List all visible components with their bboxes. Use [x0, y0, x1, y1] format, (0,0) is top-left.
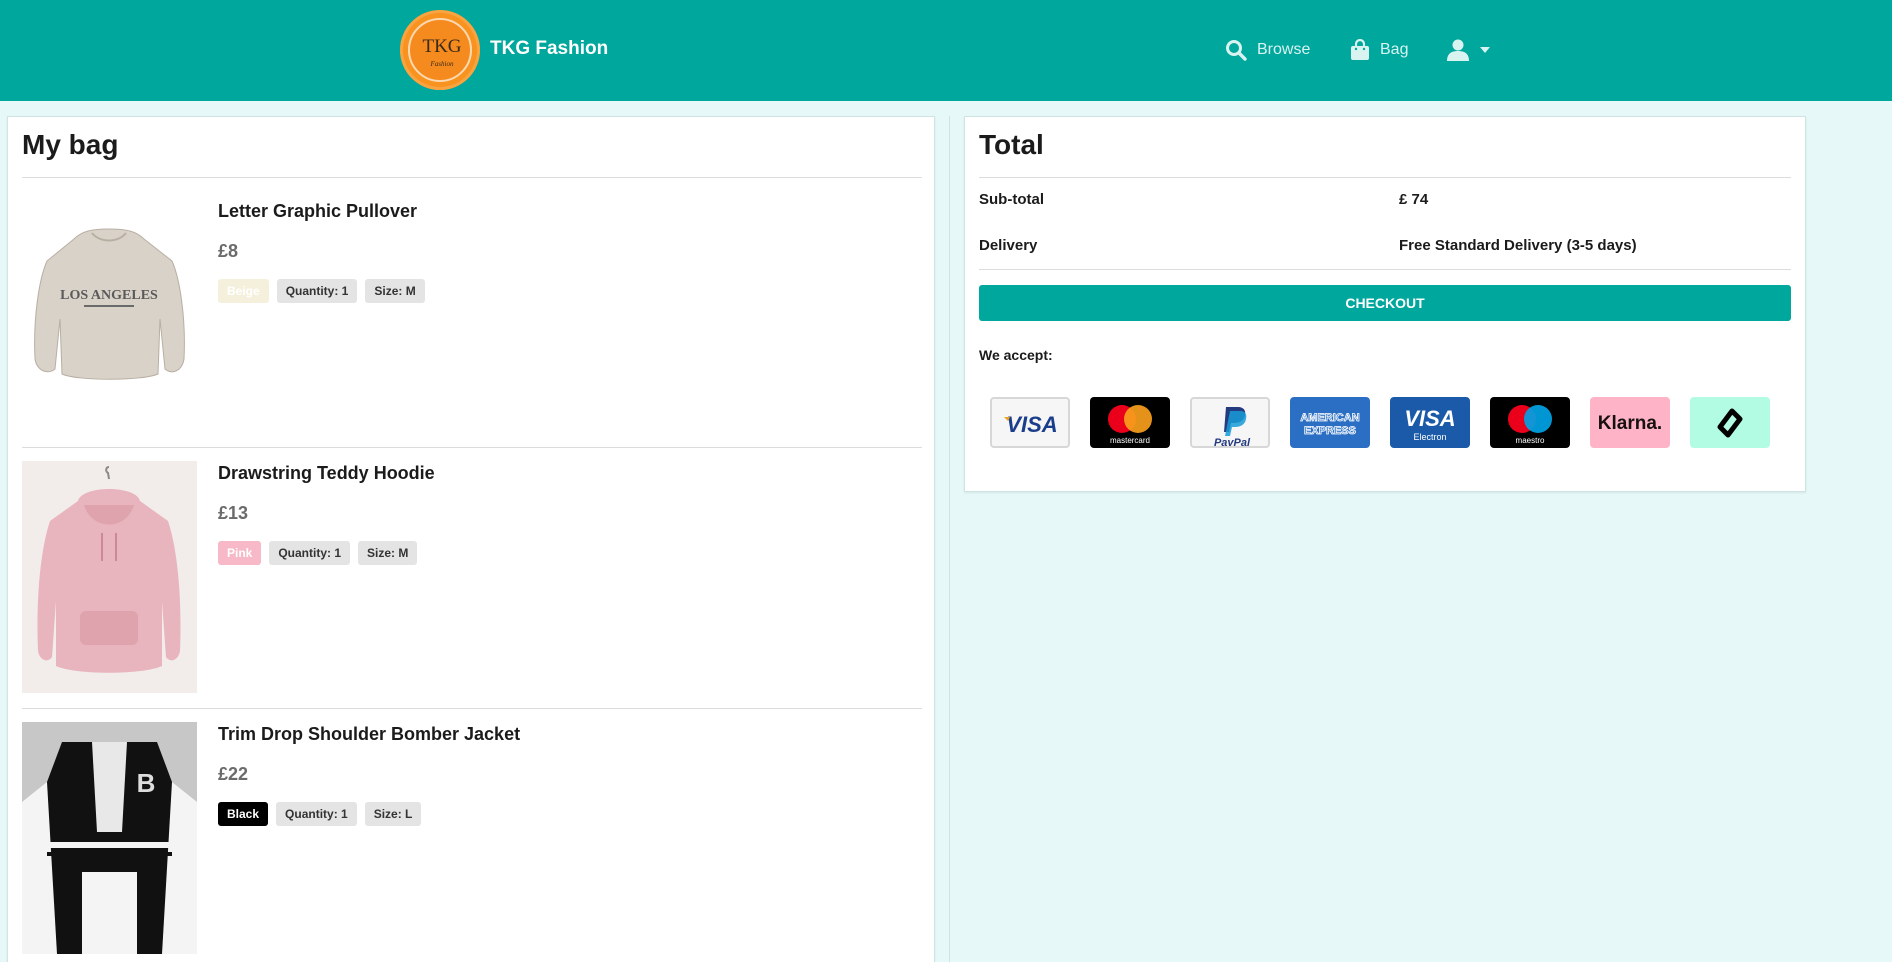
quantity-badge: Quantity: 1 — [276, 279, 358, 303]
item-name[interactable]: Letter Graphic Pullover — [218, 201, 417, 222]
item-price: £8 — [218, 241, 239, 261]
payment-methods: VISA mastercard PayPal AMERICAN EXPRESS V… — [990, 397, 1770, 448]
subtotal-value: £ 74 — [1399, 191, 1429, 208]
nav-browse-label: Browse — [1257, 41, 1311, 58]
nav-browse-link[interactable]: Browse — [1225, 36, 1310, 64]
logo-text: TKG — [422, 36, 462, 57]
search-icon — [1225, 39, 1247, 61]
mastercard-text: mastercard — [1110, 436, 1150, 445]
klarna-text: Klarna. — [1598, 413, 1662, 434]
delivery-label: Delivery — [979, 237, 1038, 254]
we-accept-label: We accept: — [979, 347, 1053, 363]
total-panel: Total Sub-total £ 74 Delivery Free Stand… — [964, 116, 1806, 492]
total-title: Total — [979, 129, 1044, 160]
visa-electron-text: VISA — [1404, 406, 1455, 431]
color-badge: Beige — [218, 279, 269, 303]
checkout-button[interactable]: CHECKOUT — [979, 285, 1791, 321]
mastercard-icon: mastercard — [1090, 397, 1170, 448]
navbar: TKG Fashion TKG Fashion Browse Bag — [0, 0, 1892, 101]
paypal-text: PayPal — [1214, 437, 1251, 448]
brand-name[interactable]: TKG Fashion — [490, 38, 608, 60]
logo-script: Fashion — [430, 60, 454, 68]
maestro-icon: maestro — [1490, 397, 1570, 448]
product-image-jacket[interactable]: B — [22, 722, 197, 954]
bag-item: Drawstring Teddy Hoodie £13 Pink Quantit… — [22, 447, 922, 697]
item-price: £22 — [218, 764, 249, 784]
user-menu-dropdown[interactable] — [1446, 36, 1490, 64]
divider — [22, 177, 922, 178]
visa-text: VISA — [1006, 412, 1057, 437]
divider — [979, 177, 1791, 178]
delivery-value: Free Standard Delivery (3-5 days) — [1399, 237, 1637, 254]
product-image-pullover[interactable]: LOS ANGELES — [22, 199, 197, 389]
user-icon — [1446, 38, 1470, 62]
column-divider — [949, 116, 950, 962]
bag-title: My bag — [22, 129, 119, 160]
afterpay-icon — [1690, 397, 1770, 448]
size-badge: Size: M — [365, 279, 425, 303]
amex-text-line2: EXPRESS — [1304, 425, 1356, 437]
svg-text:LOS ANGELES: LOS ANGELES — [60, 288, 158, 303]
nav-bag-link[interactable]: Bag — [1350, 36, 1408, 64]
color-badge: Black — [218, 802, 269, 826]
size-badge: Size: L — [364, 802, 422, 826]
quantity-badge: Quantity: 1 — [276, 802, 357, 826]
bag-item: LOS ANGELES Letter Graphic Pullover £8 B… — [22, 185, 922, 395]
visa-card-icon: VISA — [990, 397, 1070, 448]
paypal-icon: PayPal — [1190, 397, 1270, 448]
bag-item: B Trim Drop Shoulder Bomber Jacket £22 B… — [22, 708, 922, 962]
brand-logo[interactable]: TKG Fashion — [400, 10, 480, 90]
logo-badge: TKG Fashion — [408, 18, 472, 82]
item-name[interactable]: Drawstring Teddy Hoodie — [218, 463, 435, 484]
product-image-hoodie[interactable] — [22, 461, 197, 693]
divider — [979, 269, 1791, 270]
visa-electron-subtext: Electron — [1413, 432, 1446, 442]
visa-electron-icon: VISA Electron — [1390, 397, 1470, 448]
quantity-badge: Quantity: 1 — [269, 541, 351, 565]
subtotal-label: Sub-total — [979, 191, 1044, 208]
item-name[interactable]: Trim Drop Shoulder Bomber Jacket — [218, 724, 520, 745]
shopping-bag-icon — [1350, 39, 1370, 61]
chevron-down-icon — [1480, 47, 1490, 53]
amex-text-line1: AMERICAN — [1300, 412, 1359, 424]
color-badge: Pink — [218, 541, 262, 565]
amex-icon: AMERICAN EXPRESS — [1290, 397, 1370, 448]
nav-bag-label: Bag — [1380, 41, 1409, 58]
maestro-text: maestro — [1516, 436, 1545, 445]
bag-panel: My bag LOS ANGELES Letter Graphic Pullov… — [7, 116, 935, 962]
size-badge: Size: M — [358, 541, 418, 565]
svg-text:B: B — [137, 768, 156, 798]
item-price: £13 — [218, 503, 249, 523]
klarna-icon: Klarna. — [1590, 397, 1670, 448]
